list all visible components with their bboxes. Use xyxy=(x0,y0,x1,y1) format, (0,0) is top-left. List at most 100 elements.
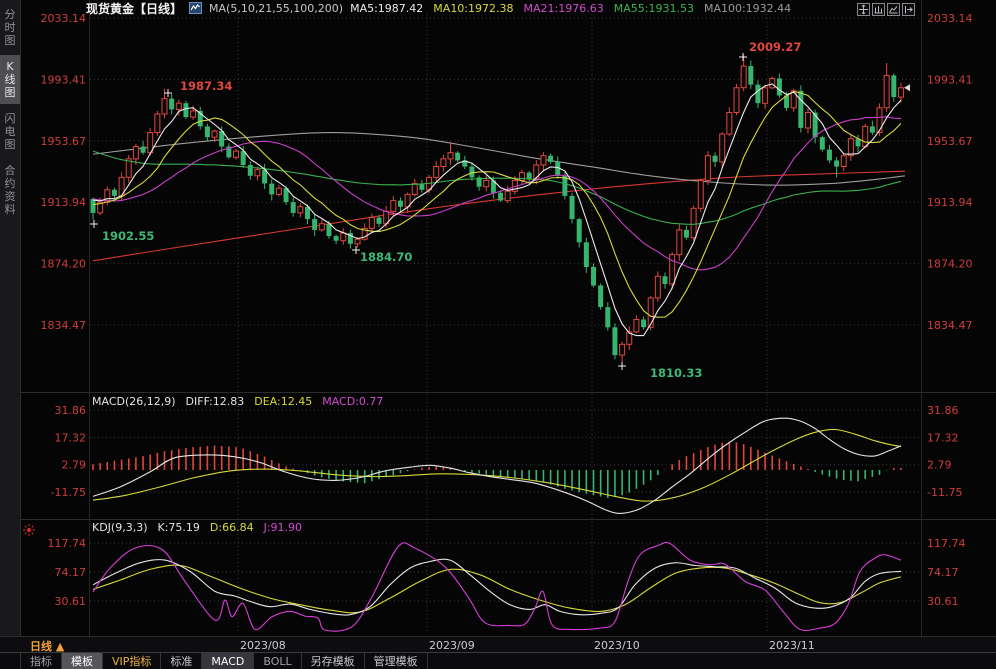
chart-header: 现货黄金【日线】 MA(5,10,21,55,100,200) MA5:1987… xyxy=(86,1,791,15)
macd-header-value: MACD:0.77 xyxy=(322,395,383,408)
chart-canvas[interactable]: 2033.142033.141993.411993.411953.671953.… xyxy=(0,0,996,636)
ma-chart-icon xyxy=(189,2,202,14)
price-axis-label-right: 1993.41 xyxy=(927,73,973,86)
candle-body xyxy=(663,276,668,284)
candle-body xyxy=(820,137,825,149)
candle-body xyxy=(763,88,768,104)
candle-body xyxy=(612,327,617,355)
price-axis-label-right: 2033.14 xyxy=(927,12,973,25)
candle-body xyxy=(655,276,660,298)
price-annotation: 1810.33 xyxy=(650,366,702,380)
candle-body xyxy=(798,91,803,128)
candle-body xyxy=(276,188,281,194)
month-label: 2023/11 xyxy=(769,639,815,652)
month-label: 2023/10 xyxy=(594,639,640,652)
candle-body xyxy=(720,134,725,162)
candle-body xyxy=(269,184,274,195)
candle-body xyxy=(777,79,782,96)
candle-body xyxy=(291,202,296,213)
candle-body xyxy=(298,207,303,213)
month-label: 2023/08 xyxy=(240,639,286,652)
sidebar-item-kline-chart[interactable]: K线图 xyxy=(0,55,20,104)
candle-body xyxy=(713,156,718,162)
macd-axis-label-left: 31.86 xyxy=(55,404,87,417)
candle-body xyxy=(334,236,339,241)
candle-body xyxy=(577,219,582,242)
kdj-header-value: J:91.90 xyxy=(264,521,302,534)
candle-panel-icon[interactable] xyxy=(872,3,885,16)
candle-body xyxy=(863,126,868,146)
candle-body xyxy=(234,151,239,157)
macd-header: MACD(26,12,9)DIFF:12.83DEA:12.45MACD:0.7… xyxy=(92,395,383,408)
month-label: 2023/09 xyxy=(429,639,475,652)
candles-layer xyxy=(91,55,904,362)
indicator-panel-icon[interactable] xyxy=(887,3,900,16)
sidebar-item-contract-info[interactable]: 合约资料 xyxy=(0,159,20,221)
candle-body xyxy=(870,126,875,132)
candle-body xyxy=(834,160,839,166)
candle-body xyxy=(484,181,489,187)
indicator-settings-icon[interactable] xyxy=(22,522,36,536)
candle-body xyxy=(176,103,181,109)
price-annotation: 1902.55 xyxy=(102,229,154,243)
tab-save-template[interactable]: 另存模板 xyxy=(302,653,365,669)
tab-standard[interactable]: 标准 xyxy=(161,653,202,669)
instrument-title: 现货黄金【日线】 xyxy=(86,0,182,17)
kdj-layer xyxy=(93,542,901,631)
candle-body xyxy=(112,190,117,196)
tab-boll[interactable]: BOLL xyxy=(254,653,301,669)
kdj-axis-label-right: 74.17 xyxy=(927,566,959,579)
price-annotation: 1884.70 xyxy=(360,250,412,264)
kdj-header-value: D:66.84 xyxy=(210,521,254,534)
price-annotation: 1987.34 xyxy=(180,79,232,93)
tab-templates[interactable]: 模板 xyxy=(62,653,103,669)
candle-body xyxy=(391,201,396,212)
price-axis-label-right: 1834.47 xyxy=(927,319,973,332)
sidebar-item-flash-chart[interactable]: 闪电图 xyxy=(0,107,20,156)
candle-body xyxy=(520,173,525,181)
candle-body xyxy=(441,159,446,167)
chart-type-sidebar: 分时图 K线图闪电图合约资料 xyxy=(0,0,21,636)
candle-body xyxy=(326,224,331,236)
candle-body xyxy=(133,147,138,159)
latest-price-marker xyxy=(904,84,910,91)
kdj-header-value: KDJ(9,3,3) xyxy=(92,521,148,534)
candle-body xyxy=(677,230,682,255)
price-marker-cross xyxy=(164,89,172,97)
chart-toolbar xyxy=(857,3,915,16)
kdj-axis-label-right: 117.74 xyxy=(927,537,966,550)
candle-body xyxy=(891,75,896,97)
macd-layer xyxy=(93,418,901,513)
trading-app-window: 2033.142033.141993.411993.411953.671953.… xyxy=(0,0,996,669)
kdj-header: KDJ(9,3,3) K:75.19 D:66.84 J:91.90 xyxy=(92,521,302,534)
tab-macd[interactable]: MACD xyxy=(202,653,254,669)
tab-indicators[interactable]: 指标 xyxy=(20,653,62,669)
macd-header-value: MACD(26,12,9) xyxy=(92,395,176,408)
sidebar-item-time-chart[interactable]: 分时图 xyxy=(0,3,20,52)
candle-body xyxy=(648,298,653,327)
price-marker-cross xyxy=(739,53,747,61)
candle-body xyxy=(398,201,403,207)
tab-manage-template[interactable]: 管理模板 xyxy=(365,653,428,669)
ma-param-label: MA(5,10,21,55,100,200) xyxy=(209,2,343,15)
macd-header-value: DIFF:12.83 xyxy=(186,395,245,408)
macd-axis-label-left: -11.75 xyxy=(51,486,86,499)
candle-body xyxy=(141,147,146,153)
candle-body xyxy=(884,75,889,107)
kdj-header-value: K:75.19 xyxy=(158,521,200,534)
candle-body xyxy=(755,85,760,104)
tab-vip-indicators[interactable]: VIP指标 xyxy=(103,653,161,669)
axis-labels-layer: 2033.142033.141993.411993.411953.671953.… xyxy=(41,12,973,608)
candle-body xyxy=(548,156,553,162)
crosshair-icon[interactable] xyxy=(857,3,870,16)
candle-body xyxy=(605,307,610,327)
kdj-axis-label-right: 30.61 xyxy=(927,595,959,608)
candle-body xyxy=(684,230,689,238)
ma-values: MA5:1987.42MA10:1972.38MA21:1976.63MA55:… xyxy=(350,2,791,15)
candle-body xyxy=(162,99,167,115)
next-chart-icon[interactable] xyxy=(902,3,915,16)
macd-axis-label-right: 31.86 xyxy=(927,404,959,417)
candle-body xyxy=(312,219,317,230)
candle-body xyxy=(841,156,846,167)
candle-body xyxy=(734,88,739,113)
